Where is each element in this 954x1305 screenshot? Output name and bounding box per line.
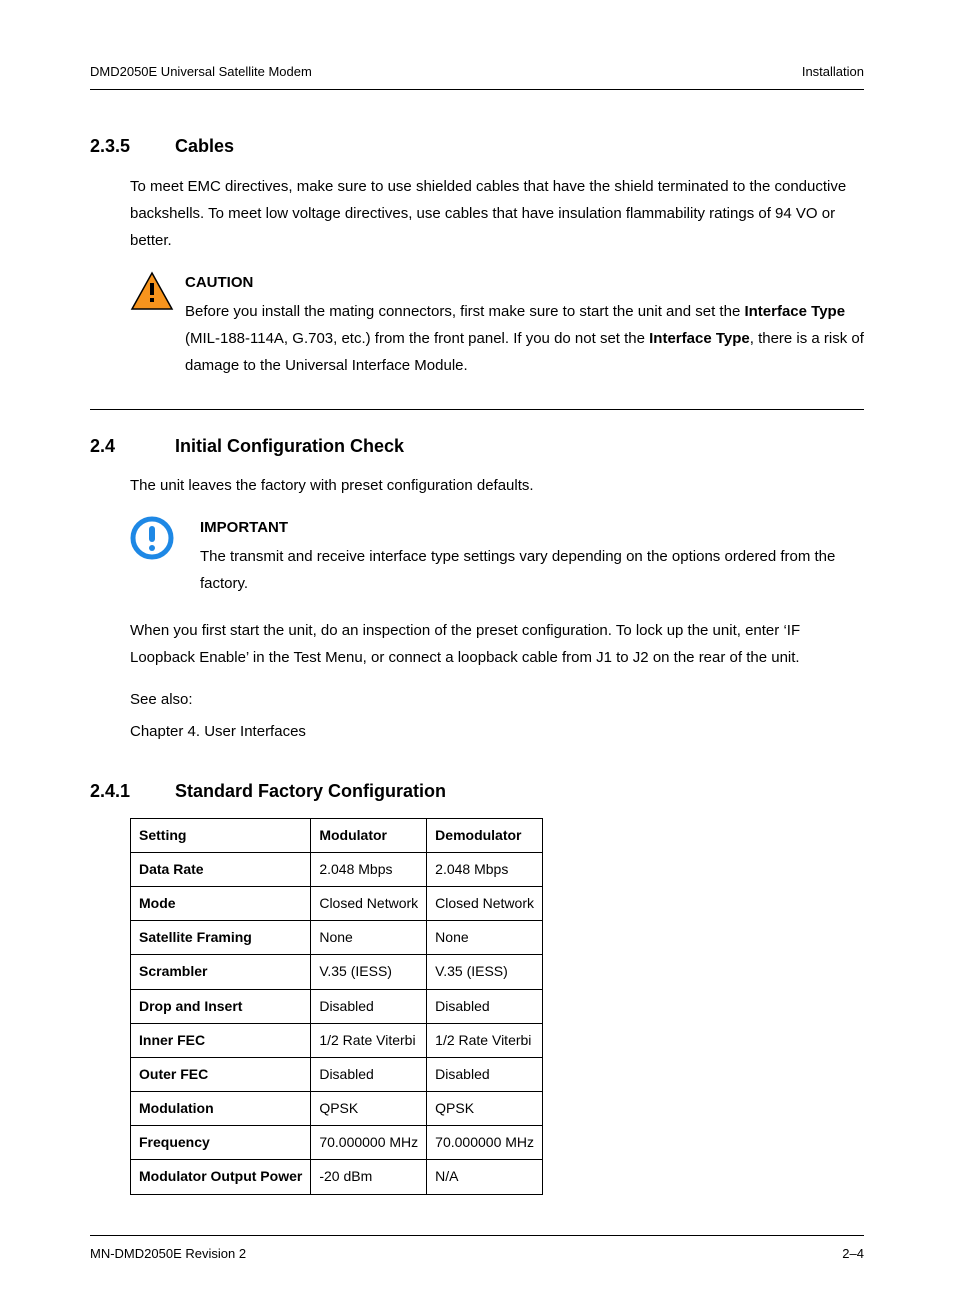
cell-setting: Modulator Output Power (131, 1160, 311, 1194)
table-row: Drop and InsertDisabledDisabled (131, 989, 543, 1023)
cell-setting: Outer FEC (131, 1057, 311, 1091)
paragraph: The unit leaves the factory with preset … (130, 472, 864, 499)
cell-demodulator: 2.048 Mbps (427, 852, 543, 886)
cell-demodulator: 1/2 Rate Viterbi (427, 1023, 543, 1057)
cell-demodulator: V.35 (IESS) (427, 955, 543, 989)
important-callout: IMPORTANT The transmit and receive inter… (130, 514, 864, 597)
caution-icon (130, 269, 185, 379)
cell-setting: Drop and Insert (131, 989, 311, 1023)
see-also-ref: Chapter 4. User Interfaces (130, 718, 864, 745)
table-row: Data Rate2.048 Mbps2.048 Mbps (131, 852, 543, 886)
cell-modulator: 70.000000 MHz (311, 1126, 427, 1160)
caution-text: Before you install the mating connectors… (185, 298, 864, 379)
table-row: Frequency70.000000 MHz70.000000 MHz (131, 1126, 543, 1160)
heading-number: 2.3.5 (90, 130, 170, 162)
paragraph: To meet EMC directives, make sure to use… (130, 173, 864, 254)
heading-title: Initial Configuration Check (175, 436, 404, 456)
table-row: Modulator Output Power-20 dBmN/A (131, 1160, 543, 1194)
cell-demodulator: Disabled (427, 989, 543, 1023)
heading-2-4: 2.4 Initial Configuration Check (90, 430, 864, 462)
heading-number: 2.4 (90, 430, 170, 462)
heading-2-3-5: 2.3.5 Cables (90, 130, 864, 162)
cell-modulator: None (311, 921, 427, 955)
heading-title: Cables (175, 136, 234, 156)
heading-number: 2.4.1 (90, 775, 170, 807)
cell-setting: Satellite Framing (131, 921, 311, 955)
cell-modulator: V.35 (IESS) (311, 955, 427, 989)
table-row: ModulationQPSKQPSK (131, 1092, 543, 1126)
col-setting: Setting (131, 818, 311, 852)
footer-left: MN-DMD2050E Revision 2 (90, 1242, 246, 1265)
cell-demodulator: QPSK (427, 1092, 543, 1126)
caution-callout: CAUTION Before you install the mating co… (130, 269, 864, 379)
cell-modulator: 1/2 Rate Viterbi (311, 1023, 427, 1057)
cell-demodulator: 70.000000 MHz (427, 1126, 543, 1160)
cell-modulator: Closed Network (311, 886, 427, 920)
cell-modulator: -20 dBm (311, 1160, 427, 1194)
table-row: ScramblerV.35 (IESS)V.35 (IESS) (131, 955, 543, 989)
table-row: ModeClosed NetworkClosed Network (131, 886, 543, 920)
cell-setting: Data Rate (131, 852, 311, 886)
col-demodulator: Demodulator (427, 818, 543, 852)
see-also-label: See also: (130, 686, 864, 713)
cell-setting: Scrambler (131, 955, 311, 989)
section-divider (90, 409, 864, 410)
header-left: DMD2050E Universal Satellite Modem (90, 60, 312, 83)
important-body: IMPORTANT The transmit and receive inter… (200, 514, 864, 597)
table-row: Satellite FramingNoneNone (131, 921, 543, 955)
cell-setting: Modulation (131, 1092, 311, 1126)
table-header-row: Setting Modulator Demodulator (131, 818, 543, 852)
table-row: Outer FECDisabledDisabled (131, 1057, 543, 1091)
cell-demodulator: Closed Network (427, 886, 543, 920)
cell-setting: Inner FEC (131, 1023, 311, 1057)
heading-title: Standard Factory Configuration (175, 781, 446, 801)
factory-configuration-table: Setting Modulator Demodulator Data Rate2… (130, 818, 543, 1195)
important-icon (130, 514, 200, 597)
table-row: Inner FEC1/2 Rate Viterbi1/2 Rate Viterb… (131, 1023, 543, 1057)
footer-right: 2–4 (842, 1242, 864, 1265)
cell-setting: Mode (131, 886, 311, 920)
header-right: Installation (802, 60, 864, 83)
caution-body: CAUTION Before you install the mating co… (185, 269, 864, 379)
col-modulator: Modulator (311, 818, 427, 852)
page-footer: MN-DMD2050E Revision 2 2–4 (90, 1235, 864, 1265)
cell-setting: Frequency (131, 1126, 311, 1160)
cell-modulator: 2.048 Mbps (311, 852, 427, 886)
important-text: The transmit and receive interface type … (200, 543, 864, 597)
cell-modulator: Disabled (311, 1057, 427, 1091)
cell-demodulator: Disabled (427, 1057, 543, 1091)
cell-demodulator: None (427, 921, 543, 955)
cell-modulator: Disabled (311, 989, 427, 1023)
cell-modulator: QPSK (311, 1092, 427, 1126)
paragraph: When you first start the unit, do an ins… (130, 617, 864, 671)
important-title: IMPORTANT (200, 514, 864, 541)
heading-2-4-1: 2.4.1 Standard Factory Configuration (90, 775, 864, 807)
page-header: DMD2050E Universal Satellite Modem Insta… (90, 60, 864, 90)
cell-demodulator: N/A (427, 1160, 543, 1194)
caution-title: CAUTION (185, 269, 864, 296)
